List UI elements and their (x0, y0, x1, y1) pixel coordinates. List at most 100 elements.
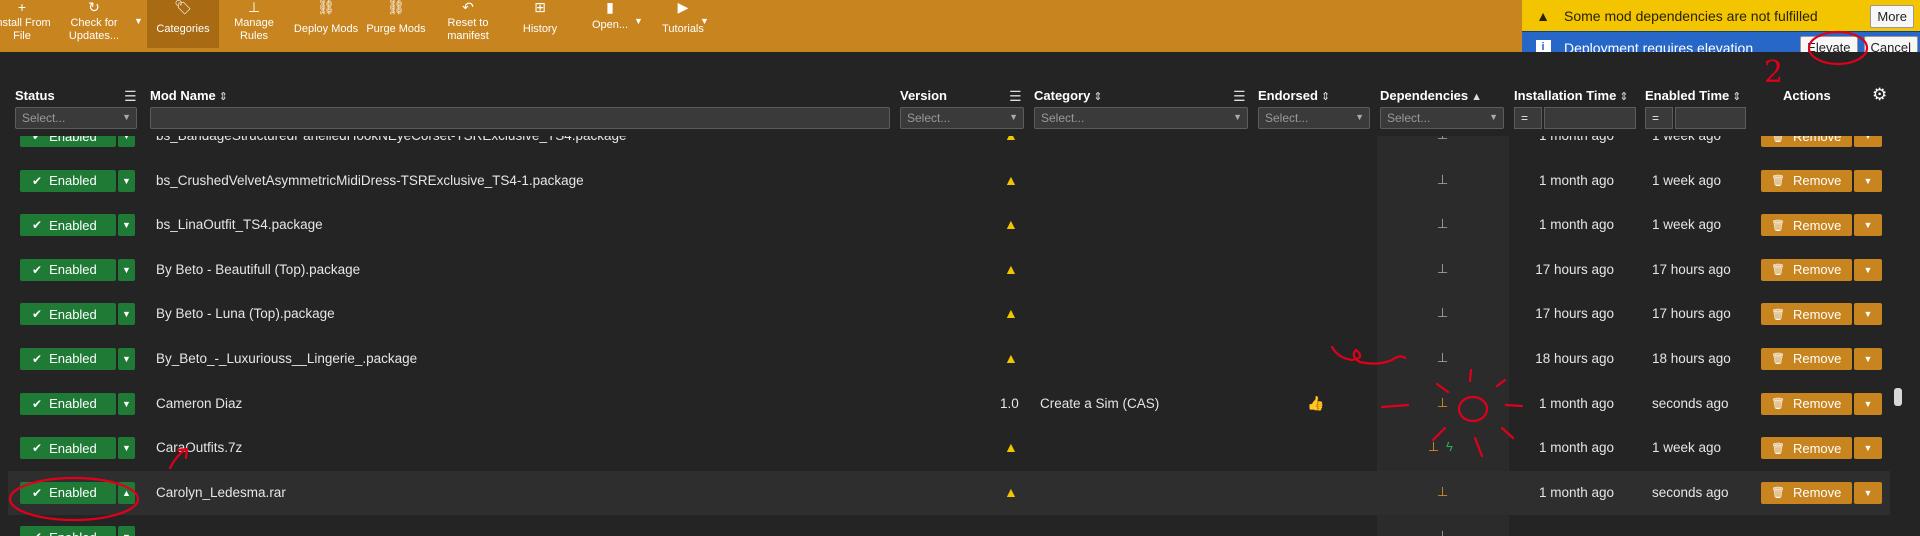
enabled-dropdown-button[interactable]: ▼ (118, 437, 135, 460)
tutorials-caret-icon[interactable]: ▼ (700, 16, 709, 26)
table-row[interactable]: ✔ Enabled ▼ Cameron Diaz 1.0 Create a Sim (CA… (8, 381, 1890, 426)
remove-dropdown-button[interactable]: ▼ (1854, 136, 1882, 147)
enabled-dropdown-button[interactable]: ▼ (118, 303, 135, 326)
reset-to-manifest-button[interactable]: ↶ Reset to manifest (438, 0, 498, 48)
enabled-toggle-button[interactable]: ✔Enabled (20, 258, 116, 281)
category-filter[interactable]: Select... ▼ (1034, 107, 1248, 129)
list-icon[interactable]: ☰ (124, 88, 137, 105)
chevron-down-icon: ▼ (1863, 309, 1873, 320)
column-endorsed[interactable]: Endorsed ⇕ (1258, 88, 1330, 103)
enabled-dropdown-button[interactable]: ▼ (118, 526, 135, 536)
dependency-tree-icon[interactable]: ⊥ (1437, 528, 1448, 536)
column-dependencies[interactable]: Dependencies ▲ (1380, 88, 1482, 103)
more-button[interactable]: More (1870, 4, 1914, 28)
installation-time: 1 month ago (1538, 395, 1614, 411)
history-button[interactable]: ⊞ History (516, 0, 564, 48)
enabled-dropdown-button[interactable]: ▲ (118, 481, 135, 504)
remove-button[interactable]: 🗑 Remove (1761, 347, 1852, 370)
remove-dropdown-button[interactable]: ▼ (1854, 169, 1882, 192)
remove-button[interactable]: 🗑 Remove (1761, 169, 1852, 192)
table-row[interactable]: ✔ Enabled ▲ Carolyn_Ledesma.rar ▲ ⊥ 1 month ag… (8, 470, 1890, 516)
table-row[interactable]: ✔ Enabled ▼ bs_LinaOutfit_TS4.package ▲ ⊥ 1 mo… (8, 203, 1890, 248)
column-status[interactable]: Status (15, 88, 55, 103)
enabled-dropdown-button[interactable]: ▼ (118, 347, 135, 370)
tag-icon: 🏷 (174, 0, 192, 15)
column-mod-name[interactable]: Mod Name ⇕ (150, 88, 228, 103)
deploy-mods-button[interactable]: ⛓ Deploy Mods (292, 0, 360, 48)
enabled-toggle-button[interactable]: ✔Enabled (20, 481, 116, 504)
remove-dropdown-button[interactable]: ▼ (1854, 392, 1882, 415)
list-icon[interactable]: ☰ (1009, 88, 1022, 105)
dependency-tree-icon[interactable]: ⊥ (1437, 216, 1448, 232)
remove-dropdown-button[interactable]: ▼ (1854, 214, 1882, 237)
remove-button[interactable]: 🗑 Remove (1761, 303, 1852, 326)
enabled-dropdown-button[interactable]: ▼ (118, 214, 135, 237)
table-row[interactable]: ✔Enabled ▼ ⊥ (8, 515, 1890, 536)
enabled-time-operator[interactable]: = (1645, 107, 1673, 129)
column-category[interactable]: Category ⇕ (1034, 88, 1103, 103)
check-updates-caret-icon[interactable]: ▼ (134, 16, 143, 26)
scrollbar-thumb[interactable] (1894, 388, 1902, 406)
installation-time-operator[interactable]: = (1514, 107, 1542, 129)
enabled-toggle-button[interactable]: ✔Enabled (20, 526, 116, 536)
enabled-time-filter[interactable] (1675, 107, 1746, 129)
manage-rules-button[interactable]: ⊥ Manage Rules (224, 0, 284, 48)
enabled-toggle-button[interactable]: ✔Enabled (20, 392, 116, 415)
dependency-tree-icon[interactable]: ⊥ (1437, 350, 1448, 366)
remove-dropdown-button[interactable]: ▼ (1854, 437, 1882, 460)
dependency-tree-icon[interactable]: ⊥ (1437, 136, 1448, 143)
thumbs-up-icon[interactable]: 👍 (1307, 395, 1324, 412)
install-from-file-button[interactable]: + Install From File (0, 0, 52, 48)
table-row[interactable]: ✔ Enabled ▼ By Beto - Luna (Top).package ▲ ⊥ 1… (8, 292, 1890, 337)
remove-button[interactable]: 🗑 Remove (1761, 481, 1852, 504)
dependencies-filter[interactable]: Select... ▼ (1380, 107, 1504, 129)
enabled-dropdown-button[interactable]: ▼ (118, 169, 135, 192)
version-filter[interactable]: Select... ▼ (900, 107, 1024, 129)
enabled-dropdown-button[interactable]: ▼ (118, 392, 135, 415)
check-icon: ✔ (32, 441, 43, 456)
column-version[interactable]: Version (900, 88, 947, 103)
remove-button[interactable]: 🗑 Remove (1761, 437, 1852, 460)
dependency-tree-icon[interactable]: ⊥ (1437, 261, 1448, 277)
remove-button[interactable]: 🗑 Remove (1761, 258, 1852, 281)
enabled-dropdown-button[interactable]: ▼ (118, 258, 135, 281)
enabled-toggle-button[interactable]: ✔Enabled (20, 169, 116, 192)
dependency-tree-icon[interactable]: ⊥ (1437, 395, 1448, 411)
dependency-tree-icon[interactable]: ⊥ (1428, 439, 1439, 455)
purge-mods-button[interactable]: ⛓ Purge Mods (364, 0, 428, 48)
gear-icon[interactable]: ⚙ (1872, 85, 1887, 105)
status-filter[interactable]: Select... ▼ (15, 107, 137, 129)
remove-dropdown-button[interactable]: ▼ (1854, 347, 1882, 370)
column-installation-time[interactable]: Installation Time ⇕ (1514, 88, 1629, 103)
remove-dropdown-button[interactable]: ▼ (1854, 481, 1882, 504)
open-caret-icon[interactable]: ▼ (634, 16, 643, 26)
dependency-tree-icon[interactable]: ⊥ (1437, 484, 1448, 500)
enabled-toggle-button[interactable]: ✔Enabled (20, 347, 116, 370)
endorsed-filter[interactable]: Select... ▼ (1258, 107, 1370, 129)
table-row[interactable]: ✔Enabled ▼ bs_BandageStructuredPanelledHoo… (8, 136, 1890, 158)
remove-button[interactable]: 🗑 Remove (1761, 136, 1852, 147)
column-enabled-time[interactable]: Enabled Time ⇕ (1645, 88, 1742, 103)
remove-button[interactable]: 🗑 Remove (1761, 214, 1852, 237)
enabled-toggle-button[interactable]: ✔Enabled (20, 437, 116, 460)
open-button[interactable]: ▮ Open... (588, 0, 632, 48)
enabled-dropdown-button[interactable]: ▼ (118, 136, 135, 147)
dependency-tree-icon[interactable]: ⊥ (1437, 172, 1448, 188)
remove-dropdown-button[interactable]: ▼ (1854, 258, 1882, 281)
list-icon[interactable]: ☰ (1233, 88, 1246, 105)
chevron-down-icon: ▼ (1863, 443, 1873, 454)
table-row[interactable]: ✔ Enabled ▼ CaraOutfits.7z ▲ ⊥ ϟ 1 month ago 1 w… (8, 426, 1890, 471)
installation-time-filter[interactable] (1544, 107, 1636, 129)
remove-button[interactable]: 🗑 Remove (1761, 392, 1852, 415)
table-row[interactable]: ✔ Enabled ▼ By_Beto_-_Luxuriouss__Lingerie_… (8, 337, 1890, 382)
table-row[interactable]: ✔ Enabled ▼ By Beto - Beautifull (Top).pack… (8, 248, 1890, 293)
categories-button[interactable]: 🏷 Categories (147, 0, 219, 48)
enabled-toggle-button[interactable]: ✔Enabled (20, 303, 116, 326)
dependency-tree-icon[interactable]: ⊥ (1437, 305, 1448, 321)
check-for-updates-button[interactable]: ↻ Check for Updates... (66, 0, 122, 48)
remove-dropdown-button[interactable]: ▼ (1854, 303, 1882, 326)
mod-name-filter[interactable] (150, 107, 890, 129)
enabled-toggle-button[interactable]: ✔Enabled (20, 136, 116, 147)
table-row[interactable]: ✔ Enabled ▼ bs_CrushedVelvetAsymmetricMidiD… (8, 158, 1890, 203)
enabled-toggle-button[interactable]: ✔Enabled (20, 214, 116, 237)
